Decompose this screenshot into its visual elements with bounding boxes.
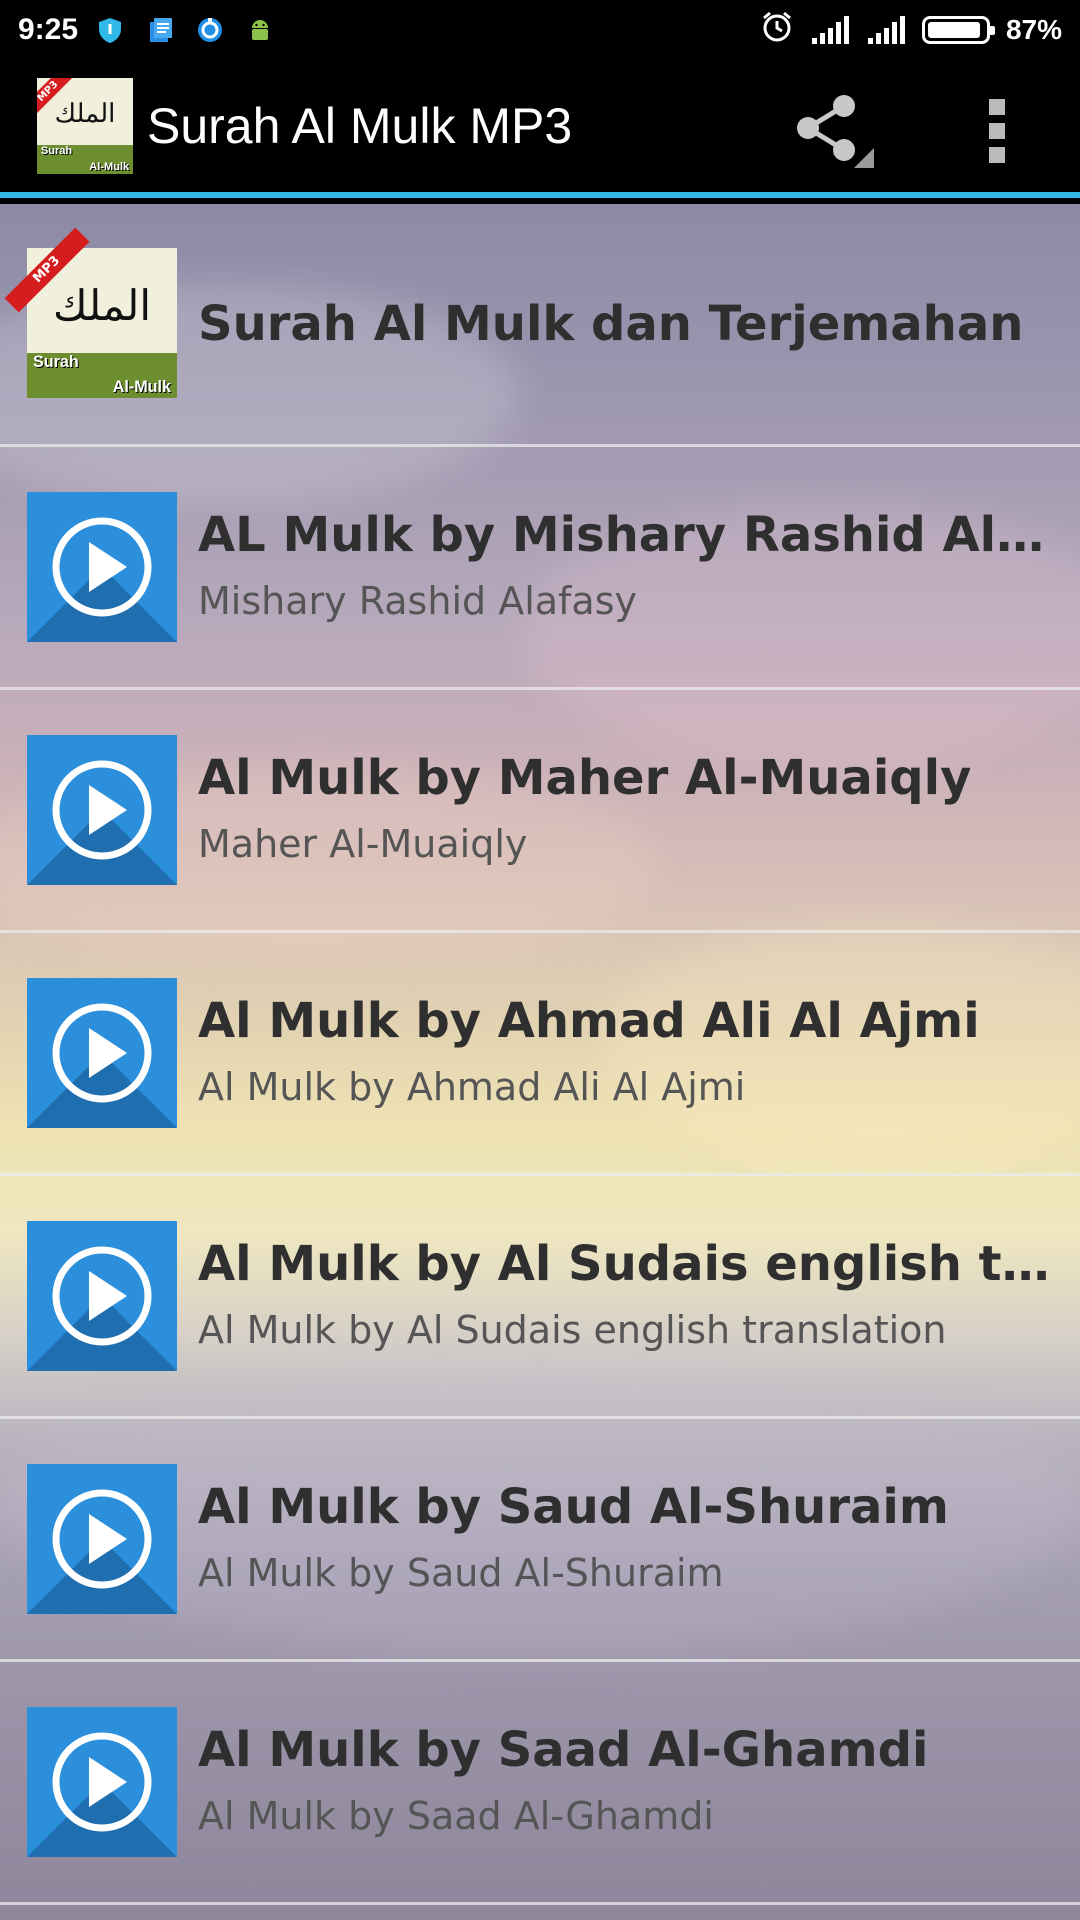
list-item-subtitle: Al Mulk by Al Sudais english translation bbox=[198, 1308, 947, 1352]
signal-icon-1 bbox=[810, 16, 850, 44]
list-item-title: Al Mulk by Maher Al-Muaiqly bbox=[198, 750, 972, 806]
overflow-dot bbox=[989, 147, 1005, 163]
list-item[interactable]: Al Mulk by Al Sudais english tran... Al … bbox=[0, 1176, 1080, 1419]
overflow-dot bbox=[989, 99, 1005, 115]
android-icon bbox=[246, 16, 274, 44]
document-icon bbox=[146, 16, 174, 44]
shield-icon bbox=[96, 16, 124, 44]
list-item-subtitle: Maher Al-Muaiqly bbox=[198, 822, 528, 866]
list-item[interactable]: MP3 الملك Surah Al-Mulk Surah Al Mulk da… bbox=[0, 204, 1080, 447]
play-icon[interactable] bbox=[27, 978, 177, 1128]
logo-line2: Al-Mulk bbox=[89, 161, 130, 174]
list-item-title: Al Mulk by Saud Al-Shuraim bbox=[198, 1479, 949, 1535]
play-icon[interactable] bbox=[27, 735, 177, 885]
battery-icon bbox=[921, 16, 995, 44]
list-item-title: Al Mulk by Al Sudais english tran... bbox=[198, 1236, 1056, 1292]
share-button[interactable] bbox=[786, 90, 876, 170]
app-logo[interactable]: MP3 الملك Surah Al-Mulk bbox=[37, 78, 133, 174]
logo-line1: Surah bbox=[40, 145, 73, 158]
app-logo-icon: MP3 الملك Surah Al-Mulk bbox=[4, 227, 177, 398]
play-icon[interactable] bbox=[27, 1707, 177, 1857]
list-item[interactable]: Al Mulk by Maher Al-Muaiqly Maher Al-Mua… bbox=[0, 690, 1080, 933]
action-bar: MP3 الملك Surah Al-Mulk Surah Al Mulk MP… bbox=[0, 60, 1080, 198]
status-time: 9:25 bbox=[18, 13, 79, 46]
list-item-subtitle: Al Mulk by Saad Al-Ghamdi bbox=[198, 1794, 714, 1838]
play-icon[interactable] bbox=[27, 1221, 177, 1371]
logo-band: Surah Al-Mulk bbox=[37, 145, 133, 174]
list-item[interactable]: Al Mulk by Ahmad Ali Al Ajmi Al Mulk by … bbox=[0, 933, 1080, 1176]
play-icon[interactable] bbox=[27, 492, 177, 642]
status-bar: 9:25 87% bbox=[0, 0, 1080, 60]
share-icon bbox=[797, 95, 874, 168]
content-area: MP3 الملك Surah Al-Mulk Surah Al Mulk da… bbox=[0, 204, 1080, 1920]
logo-arabic-text: الملك bbox=[54, 99, 116, 130]
status-right: 87% bbox=[760, 10, 1062, 51]
overflow-dot bbox=[989, 123, 1005, 139]
logo-line2: Al-Mulk bbox=[112, 378, 171, 397]
notification-icons bbox=[96, 16, 274, 44]
logo-band: Surah Al-Mulk bbox=[27, 353, 177, 398]
list-item-title: Al Mulk by Ahmad Ali Al Ajmi bbox=[198, 993, 980, 1049]
list-item[interactable]: Al Mulk by Saud Al-Shuraim Al Mulk by Sa… bbox=[0, 1419, 1080, 1662]
list-item-subtitle: Mishary Rashid Alafasy bbox=[198, 579, 637, 623]
list-item-title: AL Mulk by Mishary Rashid Alafasy bbox=[198, 507, 1056, 563]
list-item-title: Al Mulk by Saad Al-Ghamdi bbox=[198, 1722, 929, 1778]
alarm-icon bbox=[760, 10, 794, 51]
logo-line1: Surah bbox=[33, 353, 79, 371]
app-title: Surah Al Mulk MP3 bbox=[147, 98, 573, 154]
battery-percent: 87% bbox=[1005, 14, 1062, 45]
list-item-subtitle: Al Mulk by Ahmad Ali Al Ajmi bbox=[198, 1065, 746, 1109]
logo-arabic-text: الملك bbox=[52, 281, 152, 330]
play-icon[interactable] bbox=[27, 1464, 177, 1614]
sync-icon bbox=[196, 16, 224, 44]
list-item-subtitle: Al Mulk by Saud Al-Shuraim bbox=[198, 1551, 724, 1595]
list-item[interactable]: Al Mulk by Saad Al-Ghamdi Al Mulk by Saa… bbox=[0, 1662, 1080, 1905]
signal-icon-2 bbox=[866, 16, 906, 44]
track-list: MP3 الملك Surah Al-Mulk Surah Al Mulk da… bbox=[0, 204, 1080, 1905]
list-item[interactable]: AL Mulk by Mishary Rashid Alafasy Mishar… bbox=[0, 447, 1080, 690]
overflow-menu-button[interactable] bbox=[972, 95, 1022, 175]
list-item-title: Surah Al Mulk dan Terjemahan bbox=[198, 296, 1024, 352]
